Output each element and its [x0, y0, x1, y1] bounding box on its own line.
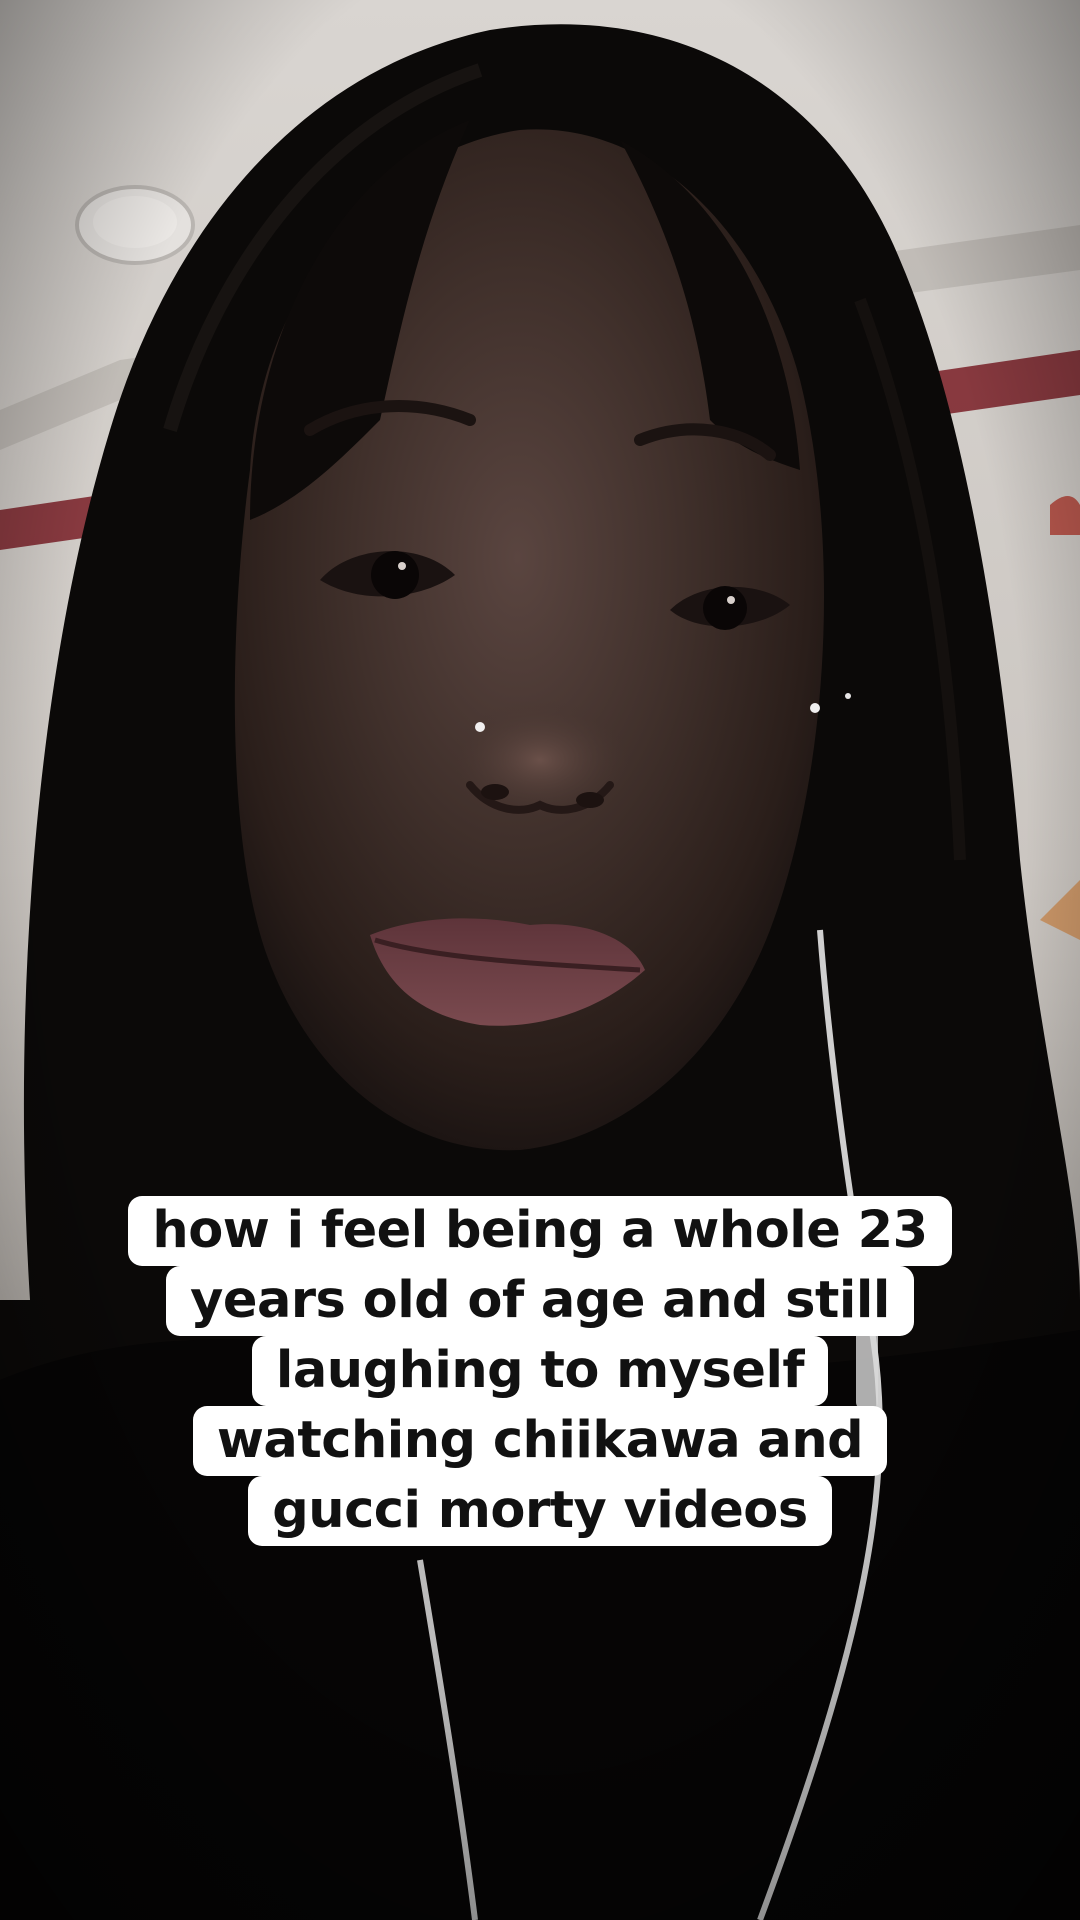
caption-overlay: how i feel being a whole 23 years old of…	[0, 1196, 1080, 1546]
video-frame[interactable]: how i feel being a whole 23 years old of…	[0, 0, 1080, 1920]
caption-line: gucci morty videos	[248, 1476, 832, 1546]
caption-line: laughing to myself	[251, 1336, 829, 1406]
selfie-photo	[0, 0, 1080, 1920]
caption-line: how i feel being a whole 23	[128, 1196, 952, 1266]
caption-line: years old of age and still	[166, 1266, 914, 1336]
caption-line: watching chiikawa and	[192, 1406, 888, 1476]
